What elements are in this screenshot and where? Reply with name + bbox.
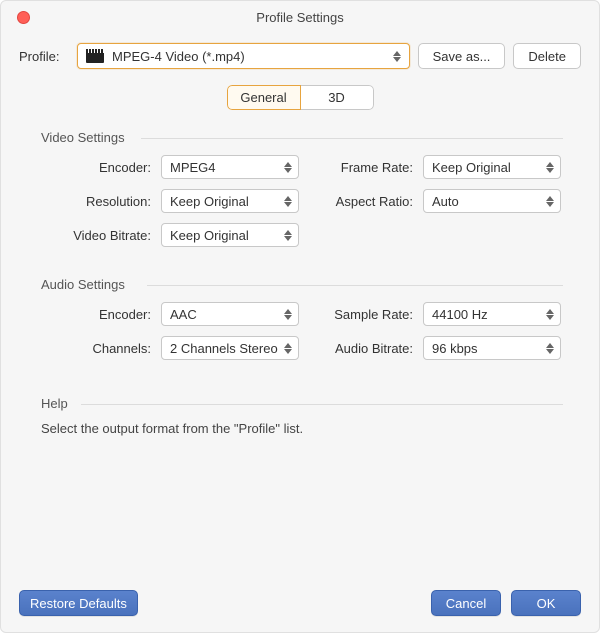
profile-row: Profile: MPEG-4 Video (*.mp4) Save as...…	[19, 43, 581, 69]
audio-encoder-label: Encoder:	[27, 307, 161, 322]
frame-rate-label: Frame Rate:	[303, 160, 423, 175]
profile-value: MPEG-4 Video (*.mp4)	[112, 49, 245, 64]
help-header: Help	[19, 396, 581, 411]
video-encoder-select[interactable]: MPEG4	[161, 155, 299, 179]
audio-encoder-value: AAC	[170, 307, 197, 322]
profile-label: Profile:	[19, 49, 69, 64]
resolution-label: Resolution:	[27, 194, 161, 209]
audio-bitrate-label: Audio Bitrate:	[303, 341, 423, 356]
audio-settings-grid: Encoder: AAC Sample Rate: 44100 Hz Chann…	[27, 302, 581, 360]
divider	[81, 404, 563, 405]
sample-rate-value: 44100 Hz	[432, 307, 488, 322]
restore-defaults-button[interactable]: Restore Defaults	[19, 590, 138, 616]
chevron-updown-icon	[546, 309, 554, 320]
close-icon[interactable]	[17, 11, 30, 24]
video-bitrate-select[interactable]: Keep Original	[161, 223, 299, 247]
frame-rate-value: Keep Original	[432, 160, 511, 175]
delete-button[interactable]: Delete	[513, 43, 581, 69]
video-settings-grid: Encoder: MPEG4 Frame Rate: Keep Original…	[27, 155, 581, 247]
video-bitrate-label: Video Bitrate:	[27, 228, 161, 243]
settings-window: Profile Settings Profile: MPEG-4 Video (…	[0, 0, 600, 633]
video-settings-header: Video Settings	[19, 130, 581, 145]
divider	[141, 138, 563, 139]
sample-rate-label: Sample Rate:	[303, 307, 423, 322]
aspect-ratio-label: Aspect Ratio:	[303, 194, 423, 209]
channels-select[interactable]: 2 Channels Stereo	[161, 336, 299, 360]
help-text: Select the output format from the "Profi…	[41, 421, 581, 436]
chevron-updown-icon	[546, 343, 554, 354]
channels-label: Channels:	[27, 341, 161, 356]
tab-3d[interactable]: 3D	[300, 85, 374, 110]
video-encoder-value: MPEG4	[170, 160, 216, 175]
resolution-value: Keep Original	[170, 194, 249, 209]
tab-general[interactable]: General	[227, 85, 301, 110]
frame-rate-select[interactable]: Keep Original	[423, 155, 561, 179]
divider	[147, 285, 563, 286]
cancel-button[interactable]: Cancel	[431, 590, 501, 616]
aspect-ratio-value: Auto	[432, 194, 459, 209]
video-bitrate-value: Keep Original	[170, 228, 249, 243]
profile-select[interactable]: MPEG-4 Video (*.mp4)	[77, 43, 410, 69]
chevron-updown-icon	[546, 162, 554, 173]
audio-encoder-select[interactable]: AAC	[161, 302, 299, 326]
chevron-updown-icon	[393, 51, 401, 62]
audio-settings-header: Audio Settings	[19, 277, 581, 292]
video-encoder-label: Encoder:	[27, 160, 161, 175]
sample-rate-select[interactable]: 44100 Hz	[423, 302, 561, 326]
save-as-button[interactable]: Save as...	[418, 43, 506, 69]
chevron-updown-icon	[284, 309, 292, 320]
audio-bitrate-value: 96 kbps	[432, 341, 478, 356]
audio-bitrate-select[interactable]: 96 kbps	[423, 336, 561, 360]
aspect-ratio-select[interactable]: Auto	[423, 189, 561, 213]
window-title: Profile Settings	[256, 10, 343, 25]
resolution-select[interactable]: Keep Original	[161, 189, 299, 213]
tab-segmented-control: General 3D	[19, 85, 581, 110]
chevron-updown-icon	[284, 343, 292, 354]
footer: Restore Defaults Cancel OK	[19, 590, 581, 616]
chevron-updown-icon	[284, 162, 292, 173]
chevron-updown-icon	[284, 196, 292, 207]
content-area: Profile: MPEG-4 Video (*.mp4) Save as...…	[1, 35, 599, 436]
chevron-updown-icon	[546, 196, 554, 207]
ok-button[interactable]: OK	[511, 590, 581, 616]
channels-value: 2 Channels Stereo	[170, 341, 278, 356]
film-icon	[86, 49, 104, 63]
chevron-updown-icon	[284, 230, 292, 241]
titlebar: Profile Settings	[1, 1, 599, 35]
